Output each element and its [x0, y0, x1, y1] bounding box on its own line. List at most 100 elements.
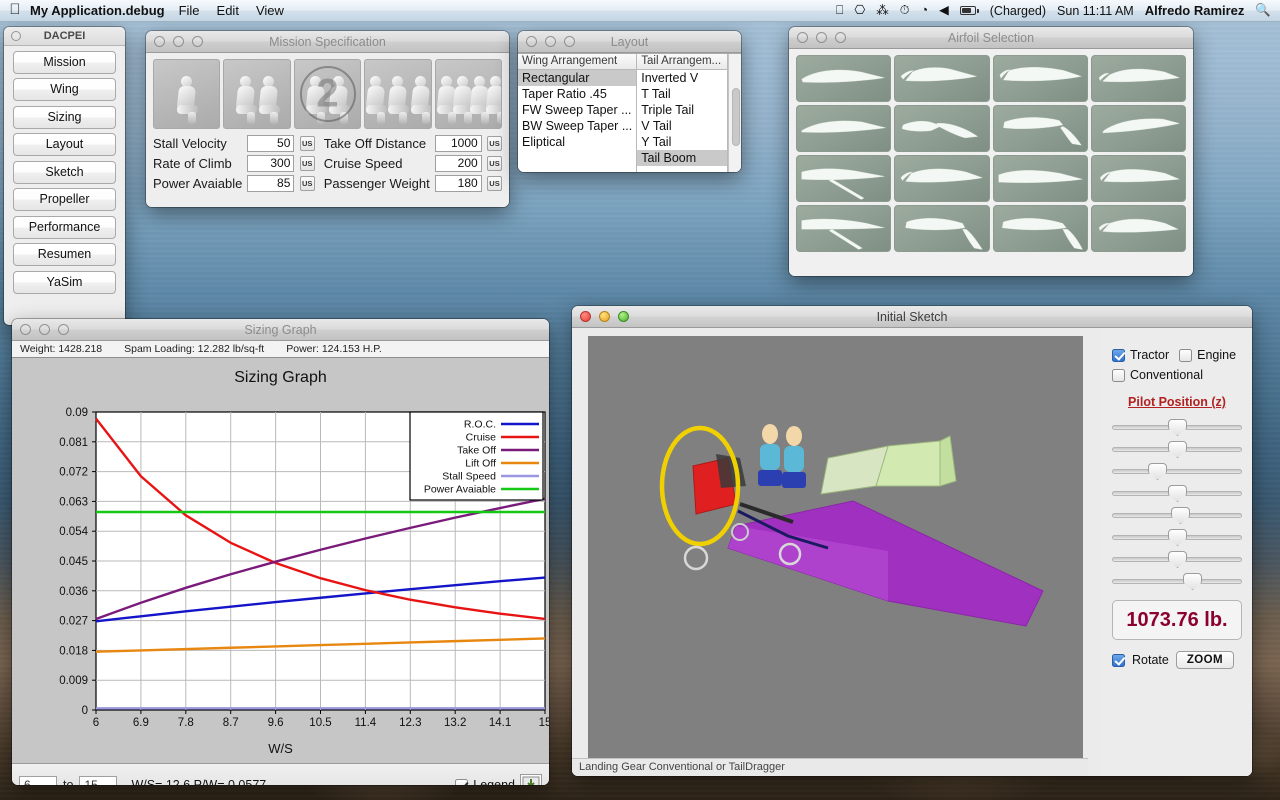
menu-file[interactable]: File	[179, 3, 200, 18]
slider-knob[interactable]	[1148, 463, 1167, 480]
tractor-checkbox[interactable]	[1112, 349, 1125, 362]
wifi-icon[interactable]: ◔	[921, 4, 929, 17]
seat-option-3-selected[interactable]: 2	[294, 59, 361, 129]
zoom-button[interactable]	[835, 32, 846, 43]
airfoil-cell-4[interactable]	[1091, 55, 1186, 102]
palette-button-mission[interactable]: Mission	[13, 51, 116, 74]
airfoil-cell-5[interactable]	[796, 105, 891, 152]
unit-chip-stall-velocity[interactable]: US	[300, 136, 315, 151]
airfoil-cell-11[interactable]	[993, 155, 1088, 202]
seat-option-5[interactable]	[435, 59, 502, 129]
unit-chip-take-off-distance[interactable]: US	[487, 136, 502, 151]
seat-option-2[interactable]	[223, 59, 290, 129]
palette-button-performance[interactable]: Performance	[13, 216, 116, 239]
minimize-button[interactable]	[545, 36, 556, 47]
input-power-avaiable[interactable]: 85	[247, 175, 294, 192]
tail-item-tail-boom[interactable]: Tail Boom	[637, 150, 727, 166]
wing-item-fw-sweep-taper[interactable]: FW Sweep Taper ...	[518, 102, 636, 118]
volume-icon[interactable]: ◀	[939, 4, 949, 17]
close-button[interactable]	[526, 36, 537, 47]
zoom-button[interactable]	[564, 36, 575, 47]
display-icon[interactable]: ⎔	[854, 4, 865, 17]
palette-button-resumen[interactable]: Resumen	[13, 243, 116, 266]
slider-knob[interactable]	[1168, 419, 1187, 436]
minimize-button[interactable]	[816, 32, 827, 43]
scrollbar-thumb[interactable]	[732, 88, 740, 146]
conventional-checkbox[interactable]	[1112, 369, 1125, 382]
search-icon[interactable]: 🔍	[1255, 4, 1271, 17]
slider-knob[interactable]	[1168, 529, 1187, 546]
slider-knob[interactable]	[1183, 573, 1202, 590]
minimize-button[interactable]	[599, 311, 610, 322]
palette-button-propeller[interactable]: Propeller	[13, 188, 116, 211]
3d-viewport[interactable]	[588, 336, 1083, 758]
battery-icon[interactable]	[960, 6, 979, 15]
bluetooth-icon[interactable]: ⁂	[876, 4, 889, 17]
wing-item-bw-sweep-taper[interactable]: BW Sweep Taper ...	[518, 118, 636, 134]
close-button[interactable]	[154, 36, 165, 47]
airfoil-cell-7[interactable]	[993, 105, 1088, 152]
input-passenger-weight[interactable]: 180	[435, 175, 482, 192]
unit-chip-power-avaiable[interactable]: US	[300, 176, 315, 191]
minimize-button[interactable]	[39, 324, 50, 335]
slider-3[interactable]	[1112, 462, 1242, 480]
zoom-button[interactable]	[58, 324, 69, 335]
menu-view[interactable]: View	[256, 3, 284, 18]
wing-item-rectangular[interactable]: Rectangular	[518, 70, 636, 86]
tail-item-v-tail[interactable]: V Tail	[637, 118, 727, 134]
menu-edit[interactable]: Edit	[217, 3, 239, 18]
minimize-button[interactable]	[173, 36, 184, 47]
airfoil-cell-6[interactable]	[894, 105, 989, 152]
tail-item-triple-tail[interactable]: Triple Tail	[637, 102, 727, 118]
slider-1[interactable]	[1112, 418, 1242, 436]
airfoil-cell-8[interactable]	[1091, 105, 1186, 152]
zoom-button-sketch[interactable]: ZOOM	[1176, 651, 1234, 669]
airfoil-cell-2[interactable]	[894, 55, 989, 102]
airfoil-cell-12[interactable]	[1091, 155, 1186, 202]
airfoil-cell-9[interactable]	[796, 155, 891, 202]
layout-titlebar[interactable]: Layout	[518, 31, 741, 53]
range-from-input[interactable]: 6	[19, 776, 57, 786]
range-to-input[interactable]: 15	[79, 776, 117, 786]
rotate-checkbox[interactable]	[1112, 654, 1125, 667]
wing-item-eliptical[interactable]: Eliptical	[518, 134, 636, 150]
apple-icon[interactable]: 	[0, 2, 30, 19]
input-take-off-distance[interactable]: 1000	[435, 135, 482, 152]
unit-chip-cruise-speed[interactable]: US	[487, 156, 502, 171]
airfoil-cell-3[interactable]	[993, 55, 1088, 102]
airfoil-cell-14[interactable]	[894, 205, 989, 252]
wing-item-taper-ratio[interactable]: Taper Ratio .45	[518, 86, 636, 102]
input-rate-of-climb[interactable]: 300	[247, 155, 294, 172]
airfoil-cell-16[interactable]	[1091, 205, 1186, 252]
input-cruise-speed[interactable]: 200	[435, 155, 482, 172]
layout-scrollbar[interactable]	[728, 54, 741, 172]
airfoil-cell-15[interactable]	[993, 205, 1088, 252]
slider-5[interactable]	[1112, 506, 1242, 524]
slider-4[interactable]	[1112, 484, 1242, 502]
slider-knob[interactable]	[1171, 507, 1190, 524]
slider-7[interactable]	[1112, 550, 1242, 568]
tail-item-t-tail[interactable]: T Tail	[637, 86, 727, 102]
timemachine-icon[interactable]: ⏱	[900, 4, 910, 17]
tail-item-inverted-v[interactable]: Inverted V	[637, 70, 727, 86]
airfoil-cell-1[interactable]	[796, 55, 891, 102]
zoom-button[interactable]	[618, 311, 629, 322]
mission-titlebar[interactable]: Mission Specification	[146, 31, 509, 53]
user-name[interactable]: Alfredo Ramirez	[1145, 3, 1245, 18]
clock[interactable]: Sun 11:11 AM	[1057, 4, 1134, 18]
slider-2[interactable]	[1112, 440, 1242, 458]
close-button[interactable]	[797, 32, 808, 43]
legend-checkbox[interactable]	[455, 779, 468, 786]
close-button[interactable]	[580, 311, 591, 322]
airplay-icon[interactable]: ⎕	[836, 4, 844, 17]
dacpei-titlebar[interactable]: DACPEI	[4, 27, 125, 46]
airfoil-cell-13[interactable]	[796, 205, 891, 252]
slider-6[interactable]	[1112, 528, 1242, 546]
pilot-position-label[interactable]: Pilot Position (z)	[1112, 395, 1242, 409]
engine-checkbox[interactable]	[1179, 349, 1192, 362]
close-button[interactable]	[20, 324, 31, 335]
zoom-button[interactable]	[192, 36, 203, 47]
palette-button-wing[interactable]: Wing	[13, 78, 116, 101]
save-image-icon[interactable]	[520, 774, 542, 785]
sketch-titlebar[interactable]: Initial Sketch	[572, 306, 1252, 328]
